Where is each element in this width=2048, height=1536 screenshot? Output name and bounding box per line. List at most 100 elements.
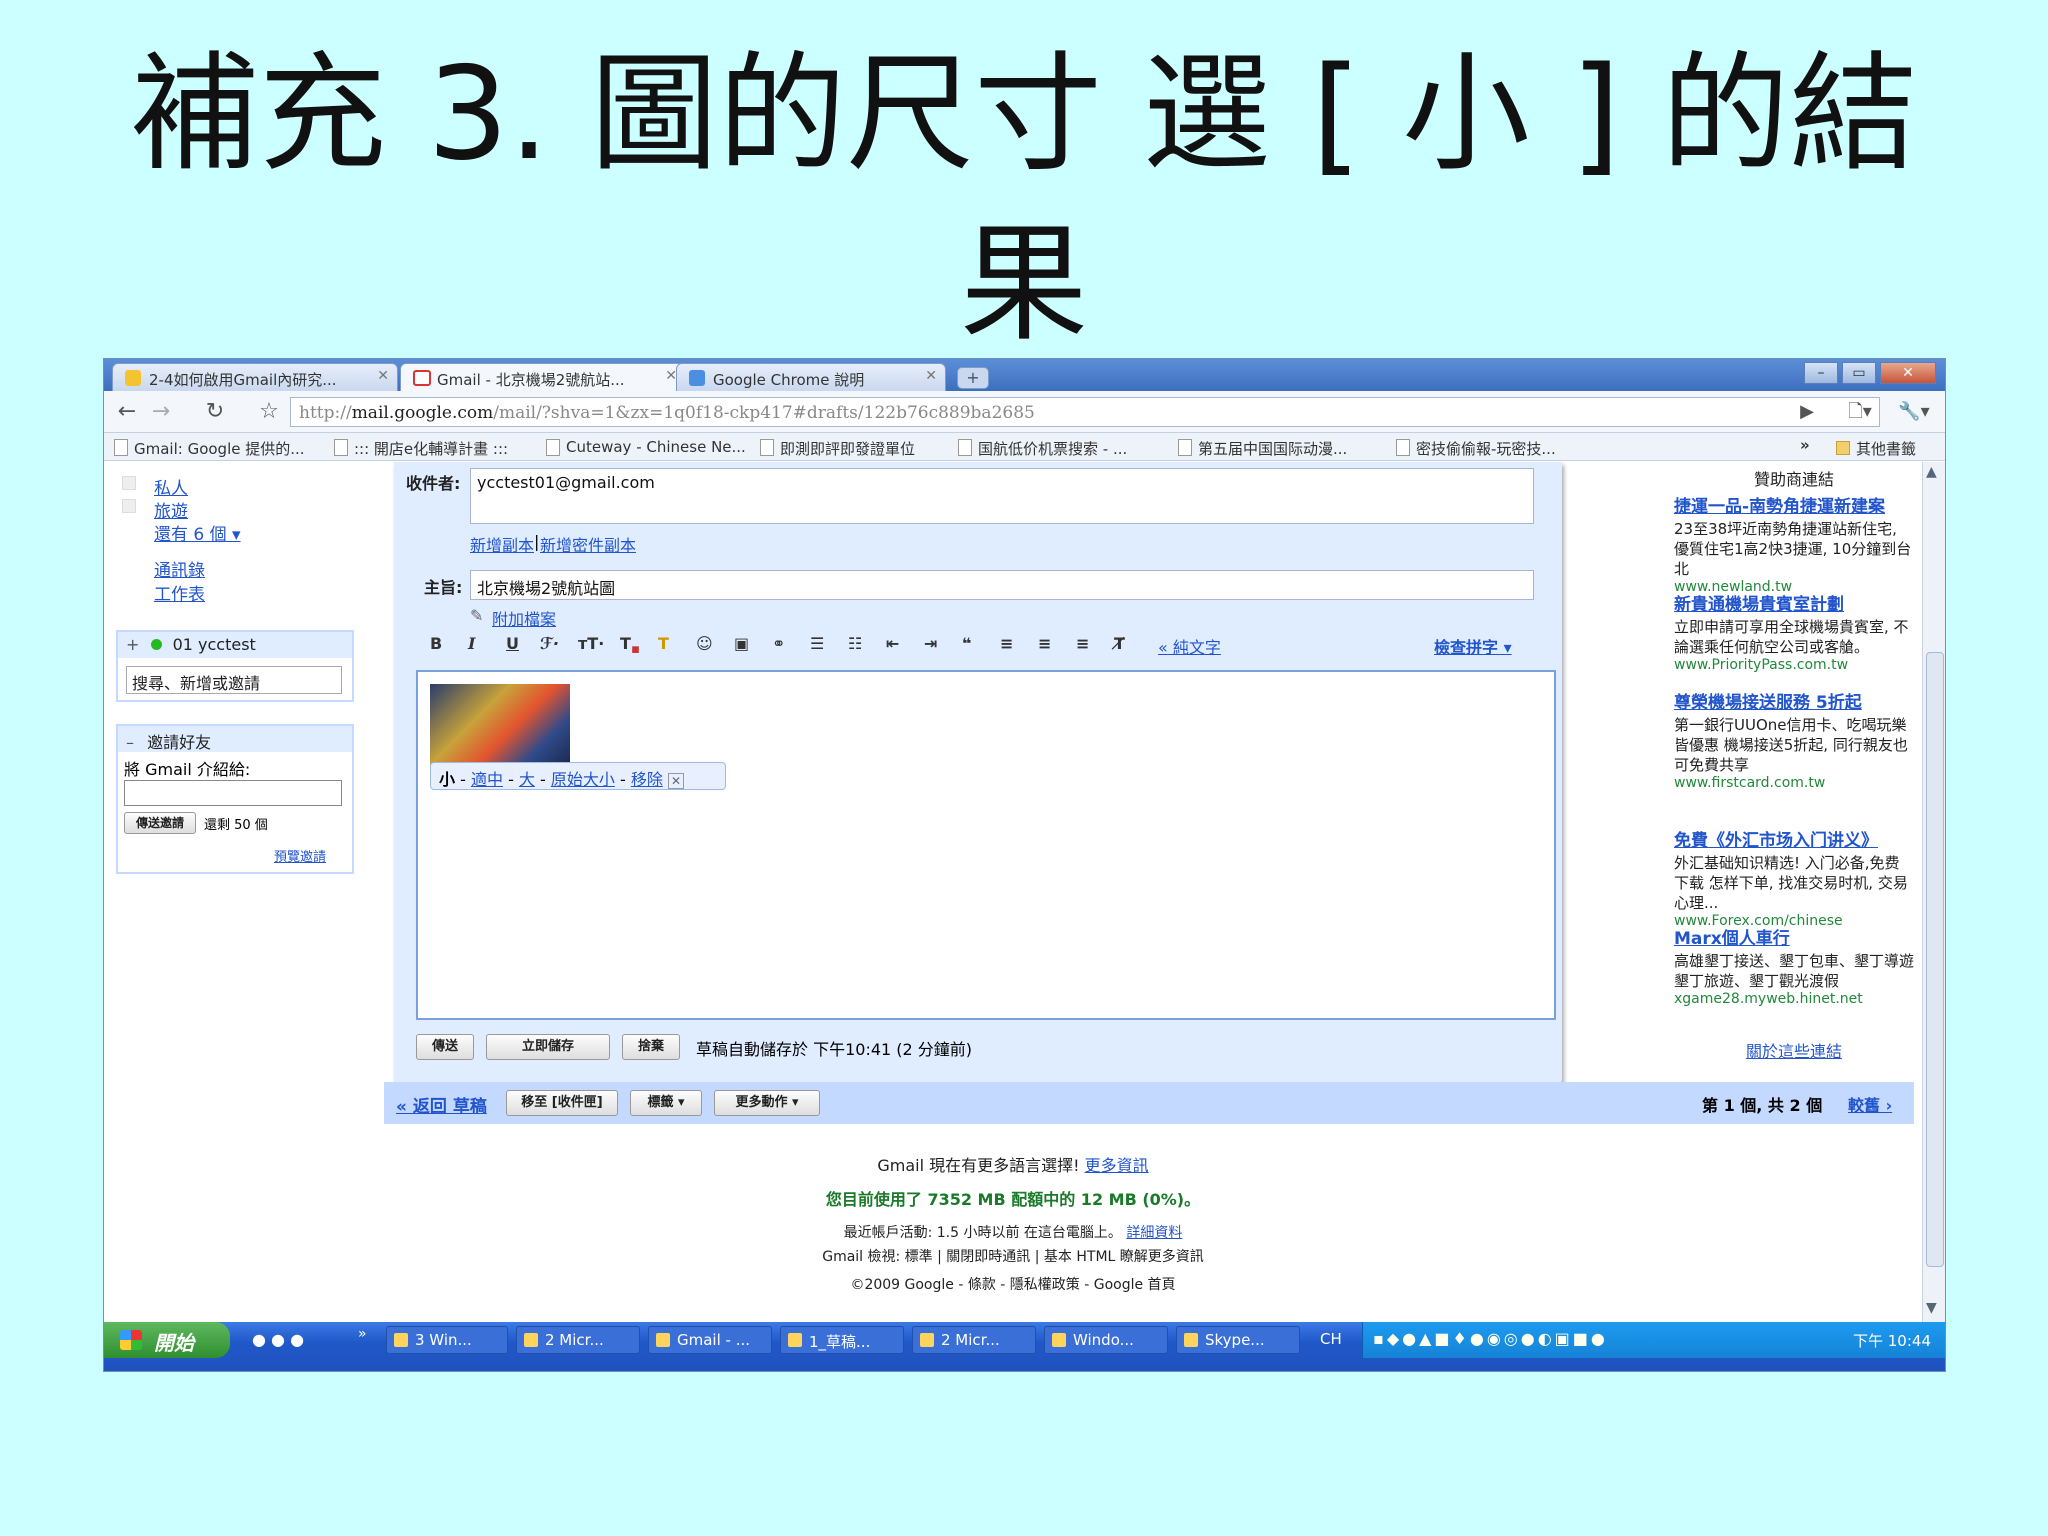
attach-file-link[interactable]: 附加檔案 — [492, 606, 556, 630]
page-menu-icon[interactable]: 🗋▾ — [1838, 397, 1882, 427]
send-invite-button[interactable]: 傳送邀請 — [124, 812, 196, 834]
chat-header[interactable]: + 01 ycctest — [118, 632, 352, 658]
tray-icons[interactable]: ▪◆●▲■♦●◉◎●◐▣■● — [1373, 1329, 1608, 1348]
align-right-icon[interactable]: ≡ — [1076, 634, 1089, 653]
bold-icon[interactable]: B — [430, 634, 442, 653]
emoticon-icon[interactable]: ☺ — [696, 634, 713, 653]
back-to-drafts-link[interactable]: « 返回 草稿 — [396, 1092, 487, 1117]
bookmark-star-icon[interactable]: ☆ — [254, 397, 284, 427]
other-bookmarks-folder[interactable]: 其他書籤 — [1834, 438, 1916, 459]
bookmark-item[interactable]: 第五届中国国际动漫... — [1176, 438, 1347, 459]
labels-dropdown[interactable]: 標籤 ▾ — [630, 1090, 702, 1116]
details-link[interactable]: 詳細資料 — [1126, 1225, 1182, 1241]
discard-button[interactable]: 捨棄 — [622, 1034, 680, 1060]
ad-item[interactable]: 尊榮機場接送服務 5折起 第一銀行UUOne信用卡、吃喝玩樂皆優惠 機場接送5折… — [1674, 688, 1914, 791]
maximize-icon[interactable]: ▭ — [1842, 362, 1876, 384]
remove-image-link[interactable]: 移除 — [631, 770, 663, 789]
font-icon[interactable]: ℱ· — [540, 634, 559, 653]
font-size-icon[interactable]: тT· — [578, 634, 604, 653]
tab-docs[interactable]: 2-4如何啟用Gmail內研究... ✕ — [112, 363, 398, 391]
save-now-button[interactable]: 立即儲存 — [486, 1034, 610, 1060]
close-window-icon[interactable]: ✕ — [1880, 362, 1936, 384]
contacts-link[interactable]: 通訊錄 — [154, 556, 205, 581]
align-center-icon[interactable]: ≡ — [1038, 634, 1051, 653]
tasks-link[interactable]: 工作表 — [154, 580, 205, 605]
bookmark-item[interactable]: 即測即評即發證單位 — [758, 438, 915, 459]
text-color-icon[interactable]: T▪ — [620, 634, 640, 657]
about-these-links[interactable]: 關於這些連結 — [1674, 1038, 1914, 1062]
ime-indicator[interactable]: CH — [1320, 1330, 1342, 1348]
more-actions-dropdown[interactable]: 更多動作 ▾ — [714, 1090, 820, 1116]
bookmark-item[interactable]: Cuteway - Chinese Ne... — [544, 438, 746, 456]
message-body-editor[interactable]: 小 - 適中 - 大 - 原始大小 - 移除 ✕ — [416, 670, 1556, 1020]
close-icon[interactable]: ✕ — [667, 773, 685, 789]
forward-icon[interactable]: → — [146, 397, 176, 427]
go-icon[interactable]: ▶ — [1792, 397, 1822, 427]
ad-item[interactable]: Marx個人車行 高雄墾丁接送、墾丁包車、墾丁導遊 墾丁旅遊、墾丁觀光渡假 xg… — [1674, 924, 1914, 1007]
bookmark-item[interactable]: ::: 開店e化輔導計畫 ::: — [332, 438, 508, 459]
add-cc-link[interactable]: 新增副本 — [470, 532, 534, 556]
to-field[interactable]: ycctest01@gmail.com — [470, 468, 1534, 524]
scroll-down-icon[interactable]: ▼ — [1926, 1300, 1937, 1316]
new-tab-button[interactable]: + — [957, 367, 989, 389]
taskbar-button[interactable]: Windo... — [1044, 1326, 1168, 1354]
footer-copyright[interactable]: ©2009 Google - 條款 - 隱私權政策 - Google 首頁 — [104, 1274, 1922, 1294]
label-travel[interactable]: 旅遊 — [154, 497, 188, 522]
size-medium-link[interactable]: 適中 — [471, 770, 503, 789]
expand-icon[interactable]: + — [126, 635, 139, 654]
bookmark-item[interactable]: 密技偷偷報-玩密技... — [1394, 438, 1556, 459]
ad-item[interactable]: 捷運一品-南勢角捷運新建案 23至38坪近南勢角捷運站新住宅, 優質住宅1高2快… — [1674, 492, 1914, 595]
tab-gmail[interactable]: Gmail - 北京機場2號航站... ✕ — [400, 363, 686, 391]
bookmark-item[interactable]: Gmail: Google 提供的... — [112, 438, 305, 459]
size-original-link[interactable]: 原始大小 — [551, 770, 615, 789]
back-icon[interactable]: ← — [112, 397, 142, 427]
bookmark-item[interactable]: 国航低价机票搜索 - ... — [956, 438, 1127, 459]
chat-search-input[interactable]: 搜尋、新增或邀請 — [126, 666, 342, 694]
scroll-thumb[interactable] — [1926, 652, 1944, 1267]
invite-header[interactable]: – 邀請好友 — [118, 726, 352, 752]
ad-item[interactable]: 免費《外汇市场入门讲义》 外汇基础知识精选! 入门必备,免费下载 怎样下单, 找… — [1674, 826, 1914, 929]
preview-invite-link[interactable]: 預覽邀請 — [274, 846, 326, 865]
send-button[interactable]: 傳送 — [416, 1034, 474, 1060]
quick-launch-icons[interactable]: ● ● ● — [252, 1330, 304, 1349]
minimize-icon[interactable]: – — [1804, 362, 1838, 384]
taskbar-button[interactable]: Skype... — [1176, 1326, 1300, 1354]
tab-chrome-help[interactable]: Google Chrome 說明 ✕ — [676, 363, 946, 391]
insert-image-icon[interactable]: ▣ — [734, 634, 749, 653]
bulleted-list-icon[interactable]: ☷ — [848, 634, 862, 653]
learn-more-link[interactable]: 更多資訊 — [1085, 1156, 1149, 1175]
collapse-icon[interactable]: – — [126, 733, 134, 752]
ad-item[interactable]: 新貴通機場貴賓室計劃 立即申請可享用全球機場貴賓室, 不論選乘任何航空公司或客艙… — [1674, 590, 1914, 673]
move-to-inbox-button[interactable]: 移至 [收件匣] — [506, 1090, 618, 1116]
add-bcc-link[interactable]: 新增密件副本 — [540, 532, 636, 556]
quote-icon[interactable]: ❝ — [962, 634, 971, 653]
numbered-list-icon[interactable]: ☰ — [810, 634, 824, 653]
taskbar-button[interactable]: 3 Win... — [386, 1326, 508, 1354]
align-left-icon[interactable]: ≡ — [1000, 634, 1013, 653]
footer-view-options[interactable]: Gmail 檢視: 標準 | 關閉即時通訊 | 基本 HTML 瞭解更多資訊 — [104, 1246, 1922, 1266]
page-scrollbar[interactable]: ▲ ▼ — [1922, 462, 1945, 1322]
invite-email-input[interactable] — [124, 780, 342, 806]
taskbar-button[interactable]: 2 Micr... — [912, 1326, 1036, 1354]
close-icon[interactable]: ✕ — [925, 368, 937, 384]
reload-icon[interactable]: ↻ — [200, 397, 230, 427]
highlight-icon[interactable]: T — [658, 634, 669, 653]
wrench-icon[interactable]: 🔧▾ — [1892, 397, 1936, 427]
scroll-up-icon[interactable]: ▲ — [1926, 464, 1937, 480]
label-private[interactable]: 私人 — [154, 474, 188, 499]
taskbar-button[interactable]: Gmail - ... — [648, 1326, 772, 1354]
older-link[interactable]: 較舊 › — [1848, 1092, 1892, 1116]
more-labels-link[interactable]: 還有 6 個 ▾ — [154, 520, 241, 545]
plain-text-link[interactable]: « 純文字 — [1158, 634, 1221, 658]
address-bar[interactable]: http://mail.google.com/mail/?shva=1&zx=1… — [290, 397, 1880, 427]
outdent-icon[interactable]: ⇤ — [886, 634, 899, 653]
spellcheck-link[interactable]: 檢查拼字 ▾ — [1434, 634, 1512, 658]
taskbar-button[interactable]: 1_草稿... — [780, 1326, 904, 1354]
close-icon[interactable]: ✕ — [377, 368, 389, 384]
underline-icon[interactable]: U — [506, 634, 519, 653]
size-large-link[interactable]: 大 — [519, 770, 535, 789]
link-icon[interactable]: ⚭ — [772, 634, 785, 653]
bookmarks-more-icon[interactable]: » — [1800, 436, 1810, 454]
quick-launch-more[interactable]: » — [358, 1326, 367, 1342]
remove-formatting-icon[interactable]: T̸ — [1114, 634, 1125, 653]
